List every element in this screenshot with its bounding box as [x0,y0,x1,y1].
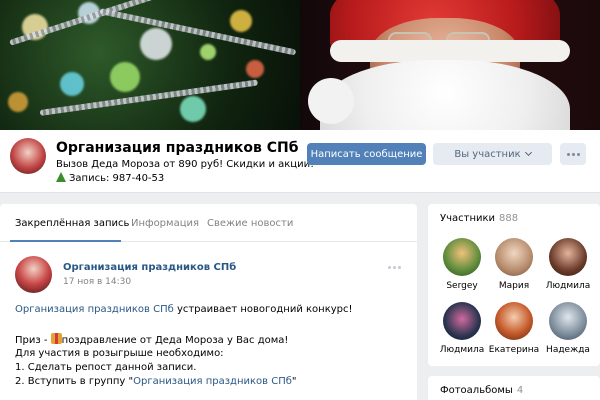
members-title[interactable]: Участники 888 [440,213,518,224]
post-menu-button[interactable] [388,266,401,269]
bokeh-light [246,60,264,78]
post-line-text: 2. Вступить в группу " [15,376,134,387]
member-avatar [495,238,533,276]
group-name: Организация праздников СПб [56,140,299,156]
member-avatar [549,238,587,276]
bokeh-light [140,28,172,60]
post-group-link[interactable]: Организация праздников СПб [15,304,174,315]
chevron-down-icon [524,148,532,157]
member-name: Надежда [546,345,590,355]
member-avatar [549,302,587,340]
bokeh-light [60,72,84,96]
member-avatar [443,302,481,340]
christmas-tree-icon [56,172,66,182]
group-phone: Запись: 987-40-53 [56,172,164,184]
more-dot-icon [393,266,396,269]
albums-title[interactable]: Фотоальбомы 4 [440,385,523,396]
member-name: Людмила [545,281,591,291]
santa-pompom [308,78,354,124]
tab-pinned-post[interactable]: Закреплённая запись [15,218,129,229]
member-status-label: Вы участник [454,148,521,160]
tab-fresh-news[interactable]: Свежие новости [207,218,293,229]
post-author[interactable]: Организация праздников СПб [63,262,236,273]
post-group-link[interactable]: Организация праздников СПб [133,376,292,387]
active-tab-indicator [10,240,121,242]
albums-title-text: Фотоальбомы [440,385,513,396]
gift-icon [50,333,62,344]
member-item[interactable]: Екатерина [486,302,542,364]
members-count: 888 [499,213,519,224]
santa-hat-fur [330,40,570,62]
post-line-text: Приз - [15,335,51,346]
more-actions-button[interactable] [560,143,586,165]
member-status-button[interactable]: Вы участник [433,143,552,165]
group-status: Вызов Деда Мороза от 890 руб! Скидки и а… [56,159,315,170]
post-line-text: устраивает новогодний конкурс! [173,304,353,315]
wall-panel: Закреплённая запись Информация Свежие но… [0,204,417,400]
group-phone-text: Запись: 987-40-53 [69,173,165,184]
more-dot-icon [571,152,575,156]
member-item[interactable]: Людмила [540,238,596,300]
group-avatar[interactable] [10,138,46,174]
member-item[interactable]: Sergey [434,238,490,300]
albums-block: Фотоальбомы 4 [428,376,600,400]
post-line-text: поздравление от Деда Мороза у Вас дома! [61,335,289,346]
members-title-text: Участники [440,213,496,224]
bokeh-light [180,96,206,122]
bokeh-light [200,44,216,60]
member-avatar [443,238,481,276]
post-line: 1. Сделать репост данной записи. [15,362,197,373]
more-dot-icon [388,266,391,269]
member-item[interactable]: Надежда [540,302,596,364]
post-author-avatar[interactable] [15,256,52,293]
member-avatar [495,302,533,340]
post-date[interactable]: 17 ноя в 14:30 [63,277,131,287]
member-name: Sergey [446,281,478,291]
post-line: Организация праздников СПб устраивает но… [15,304,353,315]
send-message-button[interactable]: Написать сообщение [307,143,426,165]
member-name: Людмила [439,345,485,355]
members-block: Участники 888 Sergey Мария Людмила Людмил… [428,204,600,366]
tab-information[interactable]: Информация [131,218,199,229]
member-name: Екатерина [488,345,540,355]
bokeh-light [8,92,28,112]
member-item[interactable]: Людмила [434,302,490,364]
bokeh-light [110,62,140,92]
post-line: Для участия в розыгрыше необходимо: [15,348,224,359]
post-line: Приз - поздравление от Деда Мороза у Вас… [15,333,288,346]
cover-image [0,0,600,130]
bokeh-light [230,10,252,32]
more-dot-icon [566,152,570,156]
post-line: 2. Вступить в группу "Организация праздн… [15,376,297,387]
wall-tabs: Закреплённая запись Информация Свежие но… [0,204,417,242]
more-dot-icon [576,152,580,156]
more-dot-icon [398,266,401,269]
post-line-text: " [291,376,297,387]
member-item[interactable]: Мария [486,238,542,300]
member-name: Мария [498,281,530,291]
albums-count: 4 [516,385,524,396]
